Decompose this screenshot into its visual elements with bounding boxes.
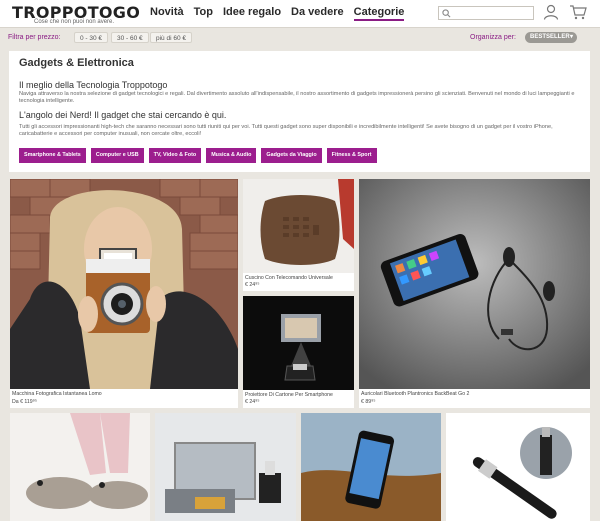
product-price: Da € 119⁹⁵	[12, 399, 38, 405]
subcategory-musica-audio[interactable]: Musica & Audio	[206, 148, 257, 163]
subcategory-buttons: Smartphone & Tablets Computer e USB TV, …	[19, 148, 377, 163]
subcategory-fitness-sport[interactable]: Fitness & Sport	[326, 148, 377, 163]
intro-text-2: Tutti gli accessori impressionanti high-…	[19, 124, 553, 137]
nav-novita[interactable]: Novità	[150, 6, 184, 21]
intro-heading-1: Il meglio della Tecnologia Troppotogo	[19, 80, 168, 90]
sort-label: Organizza per:	[470, 34, 516, 41]
product-image-slippers	[10, 413, 150, 521]
tagline: Cose che non puoi non avere.	[34, 19, 115, 25]
nav-categorie[interactable]: Categorie	[353, 6, 405, 21]
search-box	[438, 6, 534, 20]
search-icon[interactable]	[442, 9, 451, 18]
price-filter-label: Filtra per prezzo:	[8, 34, 61, 41]
product-price: € 24⁹⁵	[245, 399, 260, 405]
price-filter-over-60[interactable]: più di 60 €	[150, 32, 192, 43]
nav-da-vedere[interactable]: Da vedere	[291, 6, 344, 21]
sort-dropdown[interactable]: BESTSELLER ▾	[525, 32, 577, 43]
subcategory-computer-usb[interactable]: Computer e USB	[90, 148, 144, 163]
cart-icon[interactable]	[569, 4, 587, 20]
product-price: € 24⁹⁵	[245, 282, 260, 288]
sort-value: BESTSELLER	[530, 34, 570, 40]
product-name[interactable]: Cuscino Con Telecomando Universale	[245, 275, 333, 281]
page-title: Gadgets & Elettronica	[19, 57, 134, 69]
nav-idee-regalo[interactable]: Idee regalo	[223, 6, 281, 21]
product-card-lomo-camera[interactable]: Macchina Fotografica Istantanea Lomo Da …	[10, 179, 238, 408]
product-image-pillow-remote	[243, 179, 354, 273]
price-filter-0-30[interactable]: 0 - 30 €	[74, 32, 109, 43]
product-card-cardboard-projector[interactable]: Proiettore Di Cartone Per Smartphone € 2…	[243, 296, 354, 408]
subcategory-smartphone-tablets[interactable]: Smartphone & Tablets	[19, 148, 86, 163]
main-nav: Novità Top Idee regalo Da vedere Categor…	[150, 6, 405, 21]
product-image-bluetooth-earphones	[359, 179, 590, 389]
chevron-down-icon: ▾	[569, 34, 573, 40]
search-input[interactable]	[453, 7, 531, 19]
intro-heading-2: L'angolo dei Nerd! Il gadget che stai ce…	[19, 110, 227, 120]
product-card-slippers[interactable]	[10, 413, 150, 521]
price-filter-30-60[interactable]: 30 - 60 €	[111, 32, 149, 43]
user-icon[interactable]	[543, 4, 559, 20]
product-card-pillow-remote[interactable]: Cuscino Con Telecomando Universale € 24⁹…	[243, 179, 354, 291]
product-name[interactable]: Macchina Fotografica Istantanea Lomo	[12, 391, 102, 397]
product-card-car-phone-mat[interactable]	[301, 413, 441, 521]
product-card-usb-gadget[interactable]	[155, 413, 296, 521]
product-image-car-phone-mat	[301, 413, 441, 521]
product-card-bluetooth-earphones[interactable]: Auricolari Bluetooth Plantronics BackBea…	[359, 179, 590, 408]
product-price: € 89⁹⁵	[361, 399, 376, 405]
subcategory-tv-video-foto[interactable]: TV, Video & Foto	[148, 148, 202, 163]
intro-text-1: Naviga attraverso la nostra selezione di…	[19, 91, 575, 104]
product-image-lomo-camera	[10, 179, 238, 389]
nav-top[interactable]: Top	[194, 6, 213, 21]
product-image-usb-gadget	[155, 413, 296, 521]
subcategory-gadgets-viaggio[interactable]: Gadgets da Viaggio	[261, 148, 322, 163]
product-image-usb-pen	[446, 413, 590, 521]
product-card-usb-pen[interactable]	[446, 413, 590, 521]
product-name[interactable]: Proiettore Di Cartone Per Smartphone	[245, 392, 333, 398]
category-intro: Gadgets & Elettronica Il meglio della Te…	[9, 51, 590, 172]
product-image-cardboard-projector	[243, 296, 354, 390]
filter-bar: Filtra per prezzo: 0 - 30 € 30 - 60 € pi…	[0, 30, 600, 46]
product-name[interactable]: Auricolari Bluetooth Plantronics BackBea…	[361, 391, 469, 397]
site-header: TROPPOTOGO Cose che non puoi non avere. …	[0, 0, 600, 28]
